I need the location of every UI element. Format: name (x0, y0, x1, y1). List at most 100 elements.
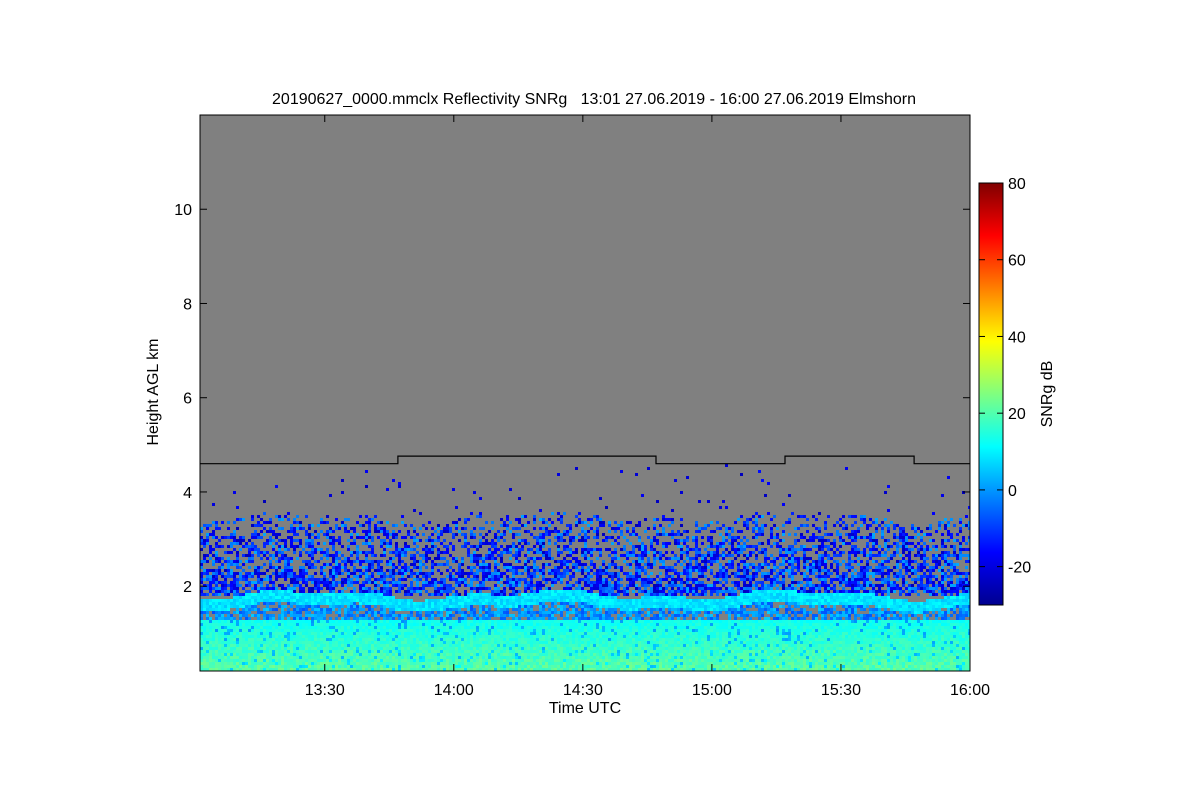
heatmap-cell (305, 515, 308, 518)
heatmap-cell (479, 497, 482, 500)
heatmap-cell (233, 578, 236, 581)
heatmap-cell (242, 608, 245, 611)
heatmap-cell (530, 557, 533, 560)
heatmap-cell (551, 632, 554, 635)
heatmap-cell (203, 602, 206, 605)
heatmap-cell (293, 626, 296, 629)
heatmap-cell (338, 638, 341, 641)
heatmap-cell (491, 575, 494, 578)
heatmap-cell (329, 608, 332, 611)
heatmap-cell (260, 566, 263, 569)
heatmap-cell (413, 566, 416, 569)
heatmap-cell (260, 584, 263, 587)
heatmap-cell (473, 644, 476, 647)
heatmap-cell (557, 569, 560, 572)
heatmap-cell (245, 602, 248, 605)
heatmap-cell (443, 662, 446, 665)
heatmap-cell (257, 620, 260, 623)
heatmap-cell (569, 548, 572, 551)
heatmap-cell (572, 620, 575, 623)
heatmap-cell (518, 638, 521, 641)
heatmap-cell (254, 545, 257, 548)
heatmap-cell (494, 587, 497, 590)
heatmap-cell (269, 521, 272, 524)
heatmap-cell (527, 593, 530, 596)
heatmap-cell (563, 662, 566, 665)
heatmap-cell (452, 650, 455, 653)
heatmap-cell (383, 635, 386, 638)
heatmap-cell (455, 656, 458, 659)
heatmap-cell (293, 617, 296, 620)
heatmap-cell (380, 626, 383, 629)
heatmap-cell (368, 527, 371, 530)
heatmap-cell (515, 662, 518, 665)
heatmap-cell (494, 593, 497, 596)
heatmap-cell (281, 626, 284, 629)
heatmap-cell (215, 635, 218, 638)
heatmap-cell (212, 629, 215, 632)
heatmap-cell (479, 623, 482, 626)
heatmap-cell (215, 647, 218, 650)
heatmap-cell (419, 665, 422, 668)
heatmap-cell (314, 632, 317, 635)
heatmap-cell (503, 521, 506, 524)
heatmap-cell (470, 626, 473, 629)
heatmap-cell (494, 563, 497, 566)
heatmap-cell (452, 596, 455, 599)
heatmap-cell (347, 572, 350, 575)
heatmap-cell (239, 617, 242, 620)
heatmap-cell (566, 590, 569, 593)
heatmap-cell (467, 596, 470, 599)
heatmap-cell (314, 638, 317, 641)
heatmap-cell (251, 629, 254, 632)
heatmap-cell (464, 584, 467, 587)
heatmap-cell (302, 593, 305, 596)
heatmap-cell (290, 653, 293, 656)
heatmap-cell (365, 539, 368, 542)
heatmap-cell (452, 521, 455, 524)
heatmap-cell (500, 623, 503, 626)
heatmap-cell (500, 629, 503, 632)
heatmap-cell (419, 560, 422, 563)
heatmap-cell (353, 641, 356, 644)
heatmap-cell (500, 641, 503, 644)
heatmap-cell (305, 665, 308, 668)
heatmap-cell (485, 659, 488, 662)
heatmap-cell (443, 602, 446, 605)
heatmap-cell (500, 572, 503, 575)
heatmap-cell (542, 536, 545, 539)
heatmap-cell (236, 602, 239, 605)
heatmap-cell (371, 599, 374, 602)
heatmap-cell (365, 641, 368, 644)
heatmap-cell (560, 656, 563, 659)
heatmap-cell (203, 593, 206, 596)
heatmap-cell (377, 626, 380, 629)
heatmap-cell (554, 626, 557, 629)
heatmap-cell (386, 536, 389, 539)
heatmap-cell (530, 623, 533, 626)
heatmap-cell (227, 650, 230, 653)
heatmap-cell (530, 575, 533, 578)
heatmap-cell (488, 599, 491, 602)
heatmap-cell (491, 623, 494, 626)
heatmap-cell (353, 560, 356, 563)
heatmap-cell (446, 617, 449, 620)
heatmap-cell (533, 617, 536, 620)
heatmap-cell (233, 620, 236, 623)
heatmap-cell (524, 563, 527, 566)
heatmap-cell (212, 587, 215, 590)
heatmap-cell (452, 644, 455, 647)
heatmap-cell (416, 533, 419, 536)
heatmap-cell (419, 590, 422, 593)
heatmap-cell (479, 587, 482, 590)
heatmap-cell (473, 632, 476, 635)
heatmap-cell (470, 557, 473, 560)
heatmap-cell (233, 596, 236, 599)
heatmap-cell (302, 659, 305, 662)
heatmap-cell (500, 596, 503, 599)
heatmap-cell (563, 647, 566, 650)
heatmap-cell (473, 599, 476, 602)
heatmap-cell (263, 590, 266, 593)
heatmap-cell (260, 653, 263, 656)
heatmap-cell (401, 605, 404, 608)
